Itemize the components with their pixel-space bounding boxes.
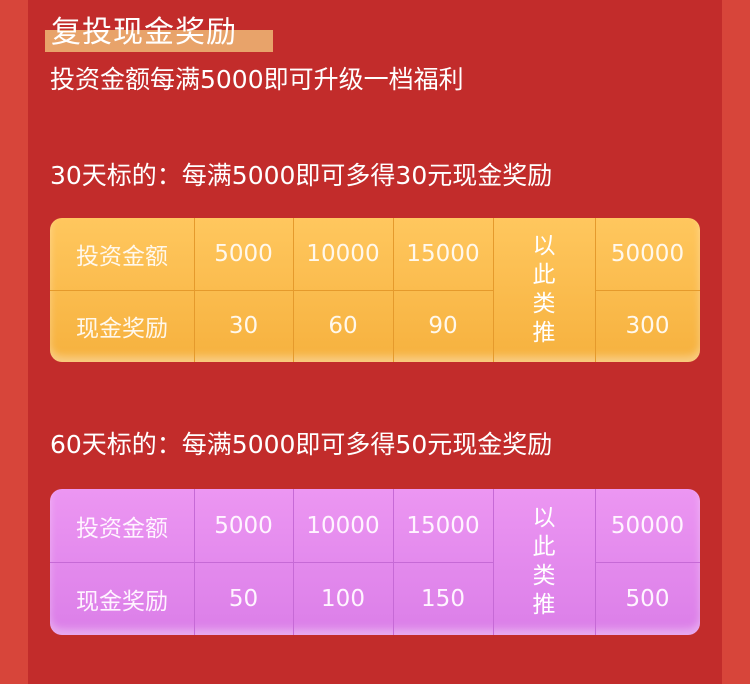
etc-char: 推 — [532, 320, 556, 346]
etc-char: 推 — [532, 592, 556, 618]
etc-char: 以 — [532, 505, 556, 531]
etc-char: 类 — [532, 563, 556, 589]
etc-char: 以 — [532, 233, 556, 259]
row-header-reward: 现金奖励 — [76, 588, 168, 615]
reward-cell-last: 500 — [625, 585, 670, 612]
page-title: 复投现金奖励 — [51, 15, 237, 50]
title-block: 复投现金奖励 — [45, 15, 273, 52]
reward-cell-last: 300 — [625, 313, 670, 339]
reward-cell: 90 — [428, 313, 458, 339]
investment-cell: 15000 — [406, 241, 480, 267]
investment-cell-last: 50000 — [610, 512, 685, 539]
reward-cell: 150 — [421, 585, 465, 612]
row-header-reward: 现金奖励 — [76, 316, 168, 342]
reward-cell: 100 — [321, 585, 365, 612]
reward-cell: 50 — [228, 585, 259, 612]
etc-merged-cell: 以 此 类 推 — [493, 218, 595, 362]
investment-cell: 10000 — [306, 512, 380, 539]
row-header-investment: 投资金额 — [76, 515, 168, 542]
etc-char: 类 — [532, 291, 556, 317]
investment-cell-last: 50000 — [610, 241, 685, 267]
reward-cell: 30 — [228, 313, 259, 339]
reward-cell: 60 — [328, 313, 358, 339]
investment-cell: 15000 — [406, 512, 480, 539]
investment-cell: 5000 — [214, 512, 273, 539]
investment-cell: 5000 — [214, 241, 273, 267]
row-header-investment: 投资金额 — [76, 244, 168, 270]
reward-table-30-days: 投资金额 5000 10000 15000 以 此 类 推 50000 现金奖励… — [50, 218, 700, 362]
page-subtitle: 投资金额每满5000即可升级一档福利 — [50, 65, 464, 94]
reward-table-60-days: 投资金额 5000 10000 15000 以 此 类 推 50000 现金奖励… — [50, 489, 700, 635]
etc-merged-cell: 以 此 类 推 — [493, 489, 595, 635]
etc-char: 此 — [532, 534, 556, 560]
etc-char: 此 — [532, 262, 556, 288]
section-label-30-days: 30天标的：每满5000即可多得30元现金奖励 — [50, 161, 553, 190]
section-label-60-days: 60天标的：每满5000即可多得50元现金奖励 — [50, 430, 553, 459]
investment-cell: 10000 — [306, 241, 380, 267]
